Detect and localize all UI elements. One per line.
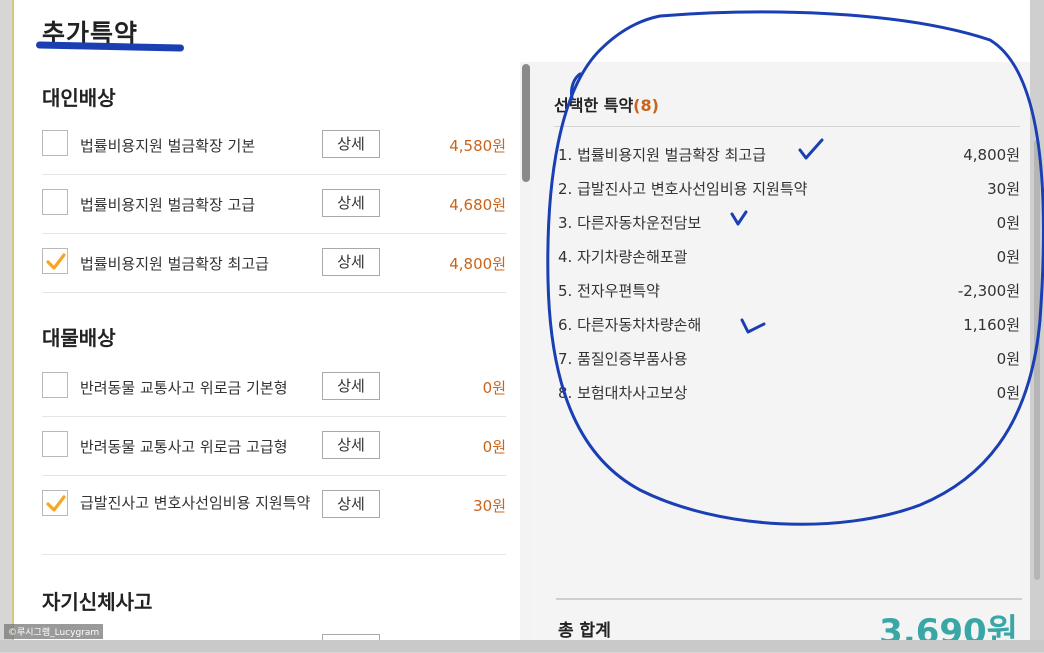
check-mark-3 (740, 318, 766, 334)
annotation-overlay (546, 10, 1044, 526)
annotation-circle (546, 10, 1044, 526)
watermark: ©루시그램_Lucygram (4, 624, 104, 639)
check-mark-1 (798, 138, 824, 160)
check-mark-2 (730, 210, 748, 226)
